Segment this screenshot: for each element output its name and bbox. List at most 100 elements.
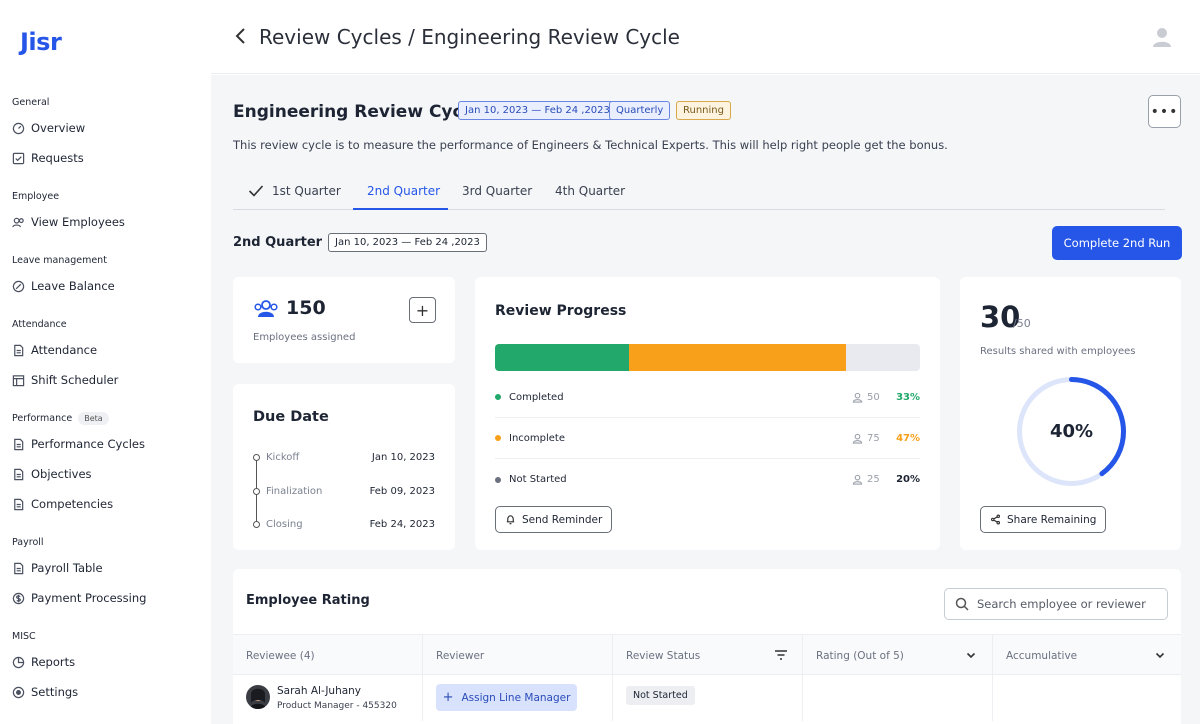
button-label: Share Remaining [1007,513,1097,526]
sidebar-item-label: Payment Processing [31,591,147,605]
checkmark-icon [248,185,264,197]
progress-row-count: 50 [852,392,880,403]
send-reminder-button[interactable]: Send Reminder [495,506,613,533]
beta-badge: Beta [78,412,109,425]
chevron-down-icon[interactable] [1153,648,1167,662]
tab-label: 1st Quarter [272,184,341,198]
sidebar-item-objectives[interactable]: Objectives [12,467,92,481]
column-header-reviewer[interactable]: Reviewer [423,635,613,676]
back-arrow-icon[interactable] [231,24,251,48]
reviewee-cell: Sarah Al-Juhany Product Manager - 455320 [233,675,423,721]
add-employee-button[interactable]: + [409,297,436,323]
sidebar-item-label: Competencies [31,497,114,511]
column-label: Accumulative [1006,649,1078,662]
sidebar-item-label: Leave Balance [31,279,115,293]
share-remaining-button[interactable]: Share Remaining [980,506,1107,533]
progress-row-label: Not Started [509,474,567,485]
sidebar-item-label: Payroll Table [31,561,103,575]
tab-1st-quarter[interactable]: 1st Quarter [248,184,341,198]
sidebar-item-leave-balance[interactable]: Leave Balance [12,279,115,293]
more-options-button[interactable]: ••• [1148,95,1181,128]
document-icon [12,562,25,575]
person-icon [852,392,863,403]
assign-line-manager-button[interactable]: + Assign Line Manager [436,684,577,711]
employee-rating-title: Employee Rating [246,593,370,608]
timeline-dot [253,454,260,461]
review-status-cell: Not Started [613,675,803,721]
sidebar: Jisr General Overview Requests Employee … [0,0,211,724]
sidebar-item-competencies[interactable]: Competencies [12,497,113,511]
table-header: Reviewee (4) Reviewer Review Status Rati… [233,634,1181,676]
progress-row-incomplete: Incomplete 75 47% [495,418,920,459]
sidebar-item-payroll-table[interactable]: Payroll Table [12,561,103,575]
count-value: 75 [867,432,880,444]
sidebar-item-view-employees[interactable]: View Employees [12,215,125,229]
progress-segment-completed [495,344,629,371]
checklist-icon [12,152,25,165]
chevron-down-icon[interactable] [964,648,978,662]
jisr-logo[interactable]: Jisr [20,28,62,56]
count-value: 50 [867,391,880,403]
table-row[interactable]: Sarah Al-Juhany Product Manager - 455320… [233,675,1181,721]
sidebar-item-performance-cycles[interactable]: Performance Cycles [12,437,145,451]
avatar [246,685,270,709]
milestone-date: Feb 09, 2023 [369,486,435,497]
active-tab-indicator [353,208,448,210]
complete-run-button[interactable]: Complete 2nd Run [1052,226,1182,260]
filter-icon[interactable] [774,648,788,662]
review-progress-title: Review Progress [495,303,627,319]
reviewee-name: Sarah Al-Juhany [277,685,362,697]
due-date-title: Due Date [253,409,329,425]
progress-row-count: 25 [852,474,880,485]
column-header-accumulative[interactable]: Accumulative [993,635,1181,676]
tab-4th-quarter[interactable]: 4th Quarter [555,184,625,198]
user-avatar-icon[interactable] [1151,26,1173,48]
sidebar-item-payment-processing[interactable]: Payment Processing [12,591,146,605]
document-icon [12,498,25,511]
tab-3rd-quarter[interactable]: 3rd Quarter [462,184,532,198]
sidebar-item-settings[interactable]: Settings [12,685,78,699]
progress-row-label: Completed [509,391,564,403]
plus-icon: + [442,690,454,705]
sidebar-item-reports[interactable]: Reports [12,655,75,669]
status-dot [495,476,501,483]
progress-row-count: 75 [852,433,880,444]
progress-row-completed: Completed 50 33% [495,377,920,418]
milestone-label: Finalization [266,486,323,497]
section-attendance: Attendance [12,319,67,330]
column-header-review-status[interactable]: Review Status [613,635,803,676]
frequency-badge: Quarterly [609,101,671,120]
page-title: Engineering Review Cycle [233,102,480,122]
progress-row-percent: 33% [896,391,920,403]
dollar-icon [12,592,25,605]
progress-row-not-started: Not Started 25 20% [495,459,920,500]
section-performance: Performance Beta [12,412,109,425]
sidebar-item-label: View Employees [31,215,125,229]
reviewer-cell: + Assign Line Manager [423,675,613,721]
progress-row-percent: 47% [896,432,920,444]
bell-icon [506,515,515,525]
sidebar-item-label: Attendance [31,343,98,357]
column-header-rating[interactable]: Rating (Out of 5) [803,635,993,676]
count-value: 25 [867,474,880,485]
sidebar-item-label: Requests [31,151,84,165]
sidebar-item-shift-scheduler[interactable]: Shift Scheduler [12,373,118,387]
people-icon [12,216,25,229]
sidebar-item-label: Settings [31,685,79,699]
breadcrumb: Review Cycles / Engineering Review Cycle [259,25,680,49]
sidebar-item-label: Objectives [31,467,92,481]
sidebar-item-requests[interactable]: Requests [12,151,84,165]
milestone-date: Feb 24, 2023 [369,519,435,530]
milestone-label: Closing [266,519,303,530]
document-icon [12,438,25,451]
progress-row-percent: 20% [896,474,920,485]
quarter-date-badge: Jan 10, 2023 — Feb 24 ,2023 [328,233,487,252]
due-date-card: Due Date Kickoff Jan 10, 2023 Finalizati… [233,384,455,550]
search-input[interactable]: Search employee or reviewer [944,588,1168,620]
status-badge: Running [676,101,731,120]
sidebar-item-attendance[interactable]: Attendance [12,343,97,357]
column-header-reviewee[interactable]: Reviewee (4) [233,635,423,676]
sidebar-item-overview[interactable]: Overview [12,121,85,135]
tab-2nd-quarter[interactable]: 2nd Quarter [367,184,440,198]
pie-chart-icon [12,656,25,669]
